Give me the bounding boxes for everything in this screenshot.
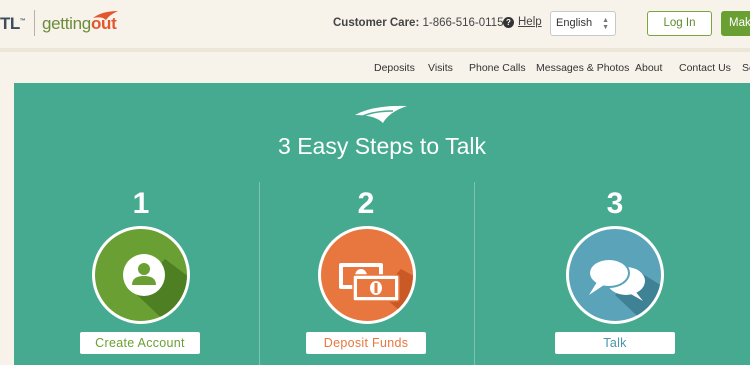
- user-icon: [123, 254, 187, 321]
- talk-button[interactable]: Talk: [555, 332, 675, 354]
- nav-visits[interactable]: Visits: [428, 62, 453, 74]
- step-1-circle: [92, 226, 190, 324]
- top-bar: TL™ gettingout Customer Care: 1-866-516-…: [0, 0, 750, 48]
- step-divider: [259, 182, 260, 365]
- money-icon: [339, 263, 413, 321]
- steps-heading: 3 Easy Steps to Talk: [278, 133, 486, 159]
- help-label: Help: [518, 16, 542, 28]
- help-link[interactable]: ? Help: [503, 16, 542, 28]
- step-2-circle: [318, 226, 416, 324]
- deposit-funds-button[interactable]: Deposit Funds: [306, 332, 426, 354]
- nav-messages-photos[interactable]: Messages & Photos: [536, 62, 629, 74]
- customer-care-phone: 1-866-516-0115: [422, 17, 504, 29]
- customer-care: Customer Care: 1-866-516-0115: [333, 17, 503, 29]
- nav-phone-calls[interactable]: Phone Calls: [469, 62, 526, 74]
- step-3-circle: [566, 226, 664, 324]
- step-1-number: 1: [132, 187, 150, 220]
- bird-icon: [93, 11, 118, 20]
- nav-about[interactable]: About: [635, 62, 662, 74]
- nav-deposits[interactable]: Deposits: [374, 62, 415, 74]
- select-arrows-icon: ▲ ▼: [602, 17, 609, 31]
- nav-search[interactable]: Se: [742, 62, 750, 74]
- customer-care-label: Customer Care:: [333, 17, 420, 29]
- chat-icon: [588, 258, 661, 321]
- step-divider: [474, 182, 475, 365]
- step-2-number: 2: [357, 187, 375, 220]
- nav-contact-us[interactable]: Contact Us: [679, 62, 731, 74]
- steps-panel: [14, 83, 750, 365]
- language-select[interactable]: English ▲ ▼: [550, 11, 616, 36]
- swoosh-icon: [355, 105, 407, 123]
- step-3-number: 3: [606, 187, 624, 220]
- help-icon: ?: [503, 16, 514, 28]
- login-button[interactable]: Log In: [647, 11, 712, 36]
- create-account-button[interactable]: Create Account: [80, 332, 200, 354]
- main-nav: Deposits Visits Phone Calls Messages & P…: [0, 52, 750, 83]
- make-deposit-button[interactable]: Mak: [721, 11, 750, 36]
- tl-logo[interactable]: TL™: [0, 14, 26, 34]
- logo-divider: [34, 10, 35, 36]
- language-value: English: [556, 17, 593, 29]
